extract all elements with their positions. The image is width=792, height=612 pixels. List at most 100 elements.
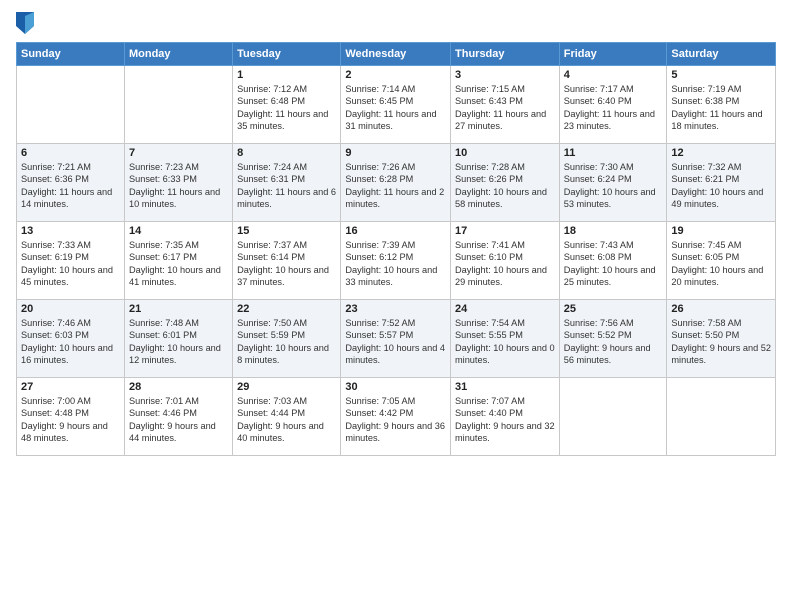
logo-icon	[16, 12, 34, 34]
calendar-cell: 26 Sunrise: 7:58 AMSunset: 5:50 PMDayligh…	[667, 300, 776, 378]
day-info: Sunrise: 7:26 AMSunset: 6:28 PMDaylight:…	[345, 161, 446, 211]
calendar-header-thursday: Thursday	[451, 43, 560, 66]
day-info: Sunrise: 7:17 AMSunset: 6:40 PMDaylight:…	[564, 83, 663, 133]
calendar-cell: 7 Sunrise: 7:23 AMSunset: 6:33 PMDaylight…	[124, 144, 232, 222]
calendar-cell: 2 Sunrise: 7:14 AMSunset: 6:45 PMDaylight…	[341, 66, 451, 144]
day-number: 28	[129, 381, 228, 393]
day-number: 29	[237, 381, 336, 393]
calendar-week-row: 20 Sunrise: 7:46 AMSunset: 6:03 PMDayligh…	[17, 300, 776, 378]
day-number: 2	[345, 69, 446, 81]
calendar-cell: 12 Sunrise: 7:32 AMSunset: 6:21 PMDayligh…	[667, 144, 776, 222]
day-info: Sunrise: 7:01 AMSunset: 4:46 PMDaylight:…	[129, 395, 228, 445]
calendar-cell: 3 Sunrise: 7:15 AMSunset: 6:43 PMDaylight…	[451, 66, 560, 144]
calendar-cell: 31 Sunrise: 7:07 AMSunset: 4:40 PMDayligh…	[451, 378, 560, 456]
day-number: 6	[21, 147, 120, 159]
day-info: Sunrise: 7:58 AMSunset: 5:50 PMDaylight:…	[671, 317, 771, 367]
calendar-header-wednesday: Wednesday	[341, 43, 451, 66]
day-number: 23	[345, 303, 446, 315]
calendar-header-monday: Monday	[124, 43, 232, 66]
calendar-cell: 18Sunrise: 7:43 AMSunset: 6:08 PMDayligh…	[559, 222, 667, 300]
calendar-cell: 25 Sunrise: 7:56 AMSunset: 5:52 PMDayligh…	[559, 300, 667, 378]
day-info: Sunrise: 7:43 AMSunset: 6:08 PMDaylight:…	[564, 239, 663, 289]
day-number: 1	[237, 69, 336, 81]
calendar-header-saturday: Saturday	[667, 43, 776, 66]
day-number: 3	[455, 69, 555, 81]
calendar-cell	[124, 66, 232, 144]
day-number: 12	[671, 147, 771, 159]
day-number: 11	[564, 147, 663, 159]
calendar-cell: 1 Sunrise: 7:12 AMSunset: 6:48 PMDaylight…	[233, 66, 341, 144]
day-number: 5	[671, 69, 771, 81]
day-info: Sunrise: 7:15 AMSunset: 6:43 PMDaylight:…	[455, 83, 555, 133]
day-number: 13	[21, 225, 120, 237]
day-info: Sunrise: 7:39 AMSunset: 6:12 PMDaylight:…	[345, 239, 446, 289]
day-info: Sunrise: 7:23 AMSunset: 6:33 PMDaylight:…	[129, 161, 228, 211]
calendar-header-sunday: Sunday	[17, 43, 125, 66]
day-info: Sunrise: 7:19 AMSunset: 6:38 PMDaylight:…	[671, 83, 771, 133]
day-number: 8	[237, 147, 336, 159]
day-number: 10	[455, 147, 555, 159]
day-number: 30	[345, 381, 446, 393]
day-info: Sunrise: 7:32 AMSunset: 6:21 PMDaylight:…	[671, 161, 771, 211]
calendar-week-row: 1 Sunrise: 7:12 AMSunset: 6:48 PMDaylight…	[17, 66, 776, 144]
day-number: 31	[455, 381, 555, 393]
day-info: Sunrise: 7:28 AMSunset: 6:26 PMDaylight:…	[455, 161, 555, 211]
day-info: Sunrise: 7:12 AMSunset: 6:48 PMDaylight:…	[237, 83, 336, 133]
calendar-cell	[667, 378, 776, 456]
day-number: 9	[345, 147, 446, 159]
calendar-cell: 17 Sunrise: 7:41 AMSunset: 6:10 PMDayligh…	[451, 222, 560, 300]
calendar-week-row: 6 Sunrise: 7:21 AMSunset: 6:36 PMDaylight…	[17, 144, 776, 222]
calendar-week-row: 13Sunrise: 7:33 AMSunset: 6:19 PMDayligh…	[17, 222, 776, 300]
day-info: Sunrise: 7:56 AMSunset: 5:52 PMDaylight:…	[564, 317, 663, 367]
calendar-cell: 15 Sunrise: 7:37 AMSunset: 6:14 PMDayligh…	[233, 222, 341, 300]
day-info: Sunrise: 7:21 AMSunset: 6:36 PMDaylight:…	[21, 161, 120, 211]
calendar-cell: 11Sunrise: 7:30 AMSunset: 6:24 PMDayligh…	[559, 144, 667, 222]
calendar-cell: 24Sunrise: 7:54 AMSunset: 5:55 PMDayligh…	[451, 300, 560, 378]
calendar-cell: 22Sunrise: 7:50 AMSunset: 5:59 PMDayligh…	[233, 300, 341, 378]
day-info: Sunrise: 7:41 AMSunset: 6:10 PMDaylight:…	[455, 239, 555, 289]
day-info: Sunrise: 7:07 AMSunset: 4:40 PMDaylight:…	[455, 395, 555, 445]
calendar-cell: 16 Sunrise: 7:39 AMSunset: 6:12 PMDayligh…	[341, 222, 451, 300]
calendar-cell: 19 Sunrise: 7:45 AMSunset: 6:05 PMDayligh…	[667, 222, 776, 300]
day-info: Sunrise: 7:03 AMSunset: 4:44 PMDaylight:…	[237, 395, 336, 445]
day-info: Sunrise: 7:54 AMSunset: 5:55 PMDaylight:…	[455, 317, 555, 367]
calendar-cell	[17, 66, 125, 144]
calendar-cell: 29 Sunrise: 7:03 AMSunset: 4:44 PMDayligh…	[233, 378, 341, 456]
header	[16, 12, 776, 34]
day-number: 16	[345, 225, 446, 237]
calendar-cell	[559, 378, 667, 456]
day-info: Sunrise: 7:45 AMSunset: 6:05 PMDaylight:…	[671, 239, 771, 289]
day-info: Sunrise: 7:52 AMSunset: 5:57 PMDaylight:…	[345, 317, 446, 367]
day-info: Sunrise: 7:46 AMSunset: 6:03 PMDaylight:…	[21, 317, 120, 367]
day-number: 20	[21, 303, 120, 315]
calendar-cell: 4 Sunrise: 7:17 AMSunset: 6:40 PMDaylight…	[559, 66, 667, 144]
calendar-table: SundayMondayTuesdayWednesdayThursdayFrid…	[16, 42, 776, 456]
day-info: Sunrise: 7:24 AMSunset: 6:31 PMDaylight:…	[237, 161, 336, 211]
day-number: 27	[21, 381, 120, 393]
day-number: 14	[129, 225, 228, 237]
calendar-header-tuesday: Tuesday	[233, 43, 341, 66]
page: SundayMondayTuesdayWednesdayThursdayFrid…	[0, 0, 792, 612]
day-number: 22	[237, 303, 336, 315]
calendar-cell: 14Sunrise: 7:35 AMSunset: 6:17 PMDayligh…	[124, 222, 232, 300]
day-info: Sunrise: 7:14 AMSunset: 6:45 PMDaylight:…	[345, 83, 446, 133]
logo	[16, 12, 36, 34]
calendar-cell: 9 Sunrise: 7:26 AMSunset: 6:28 PMDaylight…	[341, 144, 451, 222]
calendar-cell: 30Sunrise: 7:05 AMSunset: 4:42 PMDayligh…	[341, 378, 451, 456]
day-number: 4	[564, 69, 663, 81]
day-number: 17	[455, 225, 555, 237]
calendar-header-row: SundayMondayTuesdayWednesdayThursdayFrid…	[17, 43, 776, 66]
calendar-cell: 10 Sunrise: 7:28 AMSunset: 6:26 PMDayligh…	[451, 144, 560, 222]
calendar-cell: 13Sunrise: 7:33 AMSunset: 6:19 PMDayligh…	[17, 222, 125, 300]
calendar-header-friday: Friday	[559, 43, 667, 66]
day-number: 26	[671, 303, 771, 315]
calendar-week-row: 27Sunrise: 7:00 AMSunset: 4:48 PMDayligh…	[17, 378, 776, 456]
day-number: 19	[671, 225, 771, 237]
calendar-cell: 6 Sunrise: 7:21 AMSunset: 6:36 PMDaylight…	[17, 144, 125, 222]
day-number: 25	[564, 303, 663, 315]
day-number: 7	[129, 147, 228, 159]
calendar-cell: 28 Sunrise: 7:01 AMSunset: 4:46 PMDayligh…	[124, 378, 232, 456]
day-info: Sunrise: 7:37 AMSunset: 6:14 PMDaylight:…	[237, 239, 336, 289]
day-number: 15	[237, 225, 336, 237]
day-info: Sunrise: 7:48 AMSunset: 6:01 PMDaylight:…	[129, 317, 228, 367]
